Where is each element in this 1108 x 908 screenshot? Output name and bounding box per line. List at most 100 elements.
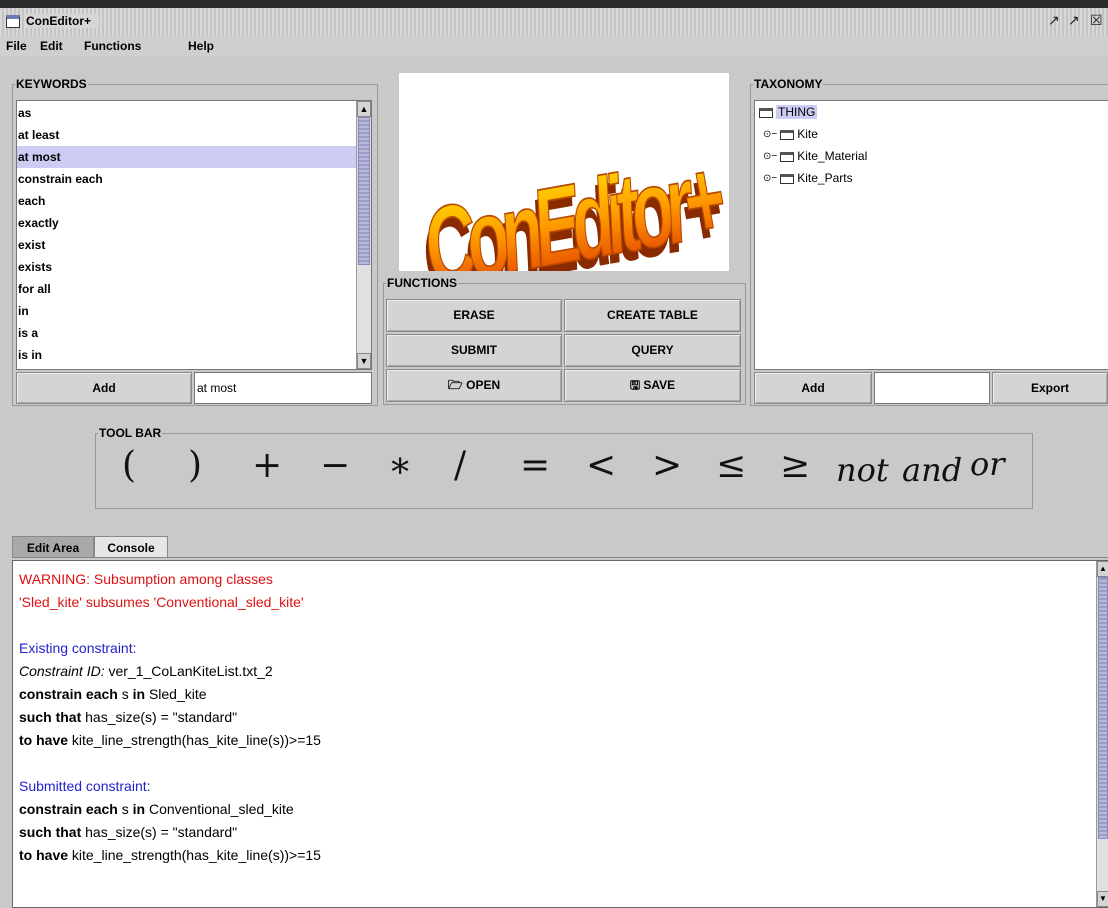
title-bar[interactable]: ConEditor+ ↗ ↗ ☒ — [0, 0, 1108, 36]
tree-node-kite[interactable]: ⊙− Kite — [763, 125, 818, 143]
list-item[interactable]: at least — [17, 124, 357, 146]
window-title: ConEditor+ — [26, 14, 99, 28]
list-item-selected[interactable]: at most — [17, 146, 357, 168]
app-icon — [6, 15, 20, 28]
open-label: OPEN — [466, 378, 501, 392]
to-have-expression: kite_line_strength(has_kite_line(s))>=15 — [68, 847, 321, 863]
create-table-button[interactable]: CREATE TABLE — [564, 299, 741, 332]
scroll-thumb[interactable] — [358, 117, 370, 265]
expand-handle-icon[interactable]: ⊙− — [763, 170, 777, 188]
tree-node-label: Kite — [797, 127, 818, 141]
keywords-list[interactable]: as at least at most constrain each each … — [16, 100, 372, 370]
list-item[interactable]: exists — [17, 256, 357, 278]
such-that-expression: has_size(s) = "standard" — [81, 824, 238, 840]
keyword-constrain-each: constrain each — [19, 801, 118, 817]
existing-class: Sled_kite — [145, 686, 207, 702]
keyword-to-have: to have — [19, 847, 69, 863]
taxonomy-tree[interactable]: THING ⊙− Kite ⊙− Kite_Material ⊙− Kite_Part… — [754, 100, 1108, 370]
scroll-up-icon[interactable]: ▲ — [357, 101, 371, 117]
toolbar-panel: TOOL BAR ( ) + − ∗ / = < > ≤ ≥ not and o… — [95, 426, 1033, 509]
variable-s: s — [117, 801, 133, 817]
menu-bar: File Edit Functions Help — [0, 36, 1108, 56]
list-item[interactable]: each — [17, 190, 357, 212]
keyword-such-that: such that — [19, 824, 82, 840]
maximize-icon[interactable]: ↗ — [1068, 12, 1080, 29]
taxonomy-input[interactable] — [874, 372, 990, 404]
add-taxonomy-button[interactable]: Add — [754, 372, 872, 404]
toolbar-multiply[interactable]: ∗ — [388, 446, 412, 486]
toolbar-title: TOOL BAR — [98, 426, 163, 440]
console-submitted-constrain: constrain each s in Conventional_sled_ki… — [19, 798, 294, 820]
toolbar-or[interactable]: or — [970, 444, 1005, 484]
scroll-down-icon[interactable]: ▼ — [1097, 891, 1108, 907]
submit-button[interactable]: SUBMIT — [386, 334, 562, 367]
list-item[interactable]: exactly — [17, 212, 357, 234]
toolbar-minus[interactable]: − — [320, 446, 350, 486]
menu-functions[interactable]: Functions — [84, 39, 141, 53]
expand-handle-icon[interactable]: ⊙− — [763, 148, 777, 166]
menu-file[interactable]: File — [6, 39, 27, 53]
floppy-disk-icon: 🖫 — [629, 378, 641, 392]
console-scrollbar[interactable]: ▲ ▼ — [1096, 561, 1108, 907]
toolbar-greater-than[interactable]: > — [652, 446, 682, 486]
tree-node-kite-material[interactable]: ⊙− Kite_Material — [763, 147, 867, 165]
console-submitted-to-have: to have kite_line_strength(has_kite_line… — [19, 844, 321, 866]
console-constraint-id: Constraint ID: ver_1_CoLanKiteList.txt_2 — [19, 660, 273, 682]
logo-text: ConEditor+ — [415, 135, 729, 271]
toolbar-plus[interactable]: + — [252, 446, 282, 486]
menu-edit[interactable]: Edit — [40, 39, 63, 53]
erase-button[interactable]: ERASE — [386, 299, 562, 332]
list-item[interactable]: for all — [17, 278, 357, 300]
menu-help[interactable]: Help — [188, 39, 214, 53]
tree-node-kite-parts[interactable]: ⊙− Kite_Parts — [763, 169, 853, 187]
toolbar-less-than[interactable]: < — [586, 446, 616, 486]
scroll-down-icon[interactable]: ▼ — [357, 353, 371, 369]
toolbar-open-paren[interactable]: ( — [122, 446, 136, 486]
toolbar-divide[interactable]: / — [454, 446, 466, 486]
save-button[interactable]: 🖫 SAVE — [564, 369, 741, 402]
folder-open-icon: 🗁 — [447, 378, 463, 392]
minimize-icon[interactable]: ↗ — [1048, 12, 1060, 29]
keywords-scrollbar[interactable]: ▲ ▼ — [356, 101, 371, 369]
tab-divider — [12, 557, 1108, 558]
toolbar-equals[interactable]: = — [520, 446, 550, 486]
keyword-in: in — [132, 686, 146, 702]
list-item[interactable]: in — [17, 300, 357, 322]
coneditor-logo: ConEditor+ ConEditor+ — [399, 73, 729, 271]
open-button[interactable]: 🗁 OPEN — [386, 369, 562, 402]
tree-node-label: THING — [776, 105, 818, 119]
console-existing-header: Existing constraint: — [19, 640, 137, 656]
scroll-up-icon[interactable]: ▲ — [1097, 561, 1108, 577]
folder-icon — [780, 129, 795, 140]
scroll-thumb[interactable] — [1098, 577, 1108, 839]
folder-icon — [780, 173, 795, 184]
folder-icon — [780, 151, 795, 162]
list-item[interactable]: constrain each — [17, 168, 357, 190]
tree-node-root[interactable]: THING — [759, 103, 818, 121]
keyword-input[interactable]: at most — [194, 372, 372, 404]
query-button[interactable]: QUERY — [564, 334, 741, 367]
tab-console[interactable]: Console — [94, 536, 168, 558]
console-existing-constrain: constrain each s in Sled_kite — [19, 683, 207, 705]
save-label: SAVE — [643, 378, 676, 392]
close-icon[interactable]: ☒ — [1090, 12, 1103, 29]
list-item[interactable]: exist — [17, 234, 357, 256]
list-item[interactable]: is a — [17, 322, 357, 344]
toolbar-and[interactable]: and — [902, 450, 962, 490]
constraint-id-value: ver_1_CoLanKiteList.txt_2 — [104, 663, 273, 679]
toolbar-greater-equal[interactable]: ≥ — [780, 446, 810, 486]
list-item[interactable]: is in — [17, 344, 357, 366]
tab-edit-area[interactable]: Edit Area — [12, 536, 94, 558]
functions-title: FUNCTIONS — [386, 276, 458, 290]
export-button[interactable]: Export — [992, 372, 1108, 404]
console-area[interactable]: WARNING: Subsumption among classes 'Sled… — [12, 560, 1108, 908]
console-warning-detail: 'Sled_kite' subsumes 'Conventional_sled_… — [19, 594, 304, 610]
expand-handle-icon[interactable]: ⊙− — [763, 126, 777, 144]
toolbar-less-equal[interactable]: ≤ — [716, 446, 746, 486]
list-item[interactable]: as — [17, 102, 357, 124]
add-keyword-button[interactable]: Add — [16, 372, 192, 404]
keyword-to-have: to have — [19, 732, 69, 748]
toolbar-close-paren[interactable]: ) — [188, 446, 202, 486]
variable-s: s — [117, 686, 133, 702]
toolbar-not[interactable]: not — [836, 450, 889, 490]
